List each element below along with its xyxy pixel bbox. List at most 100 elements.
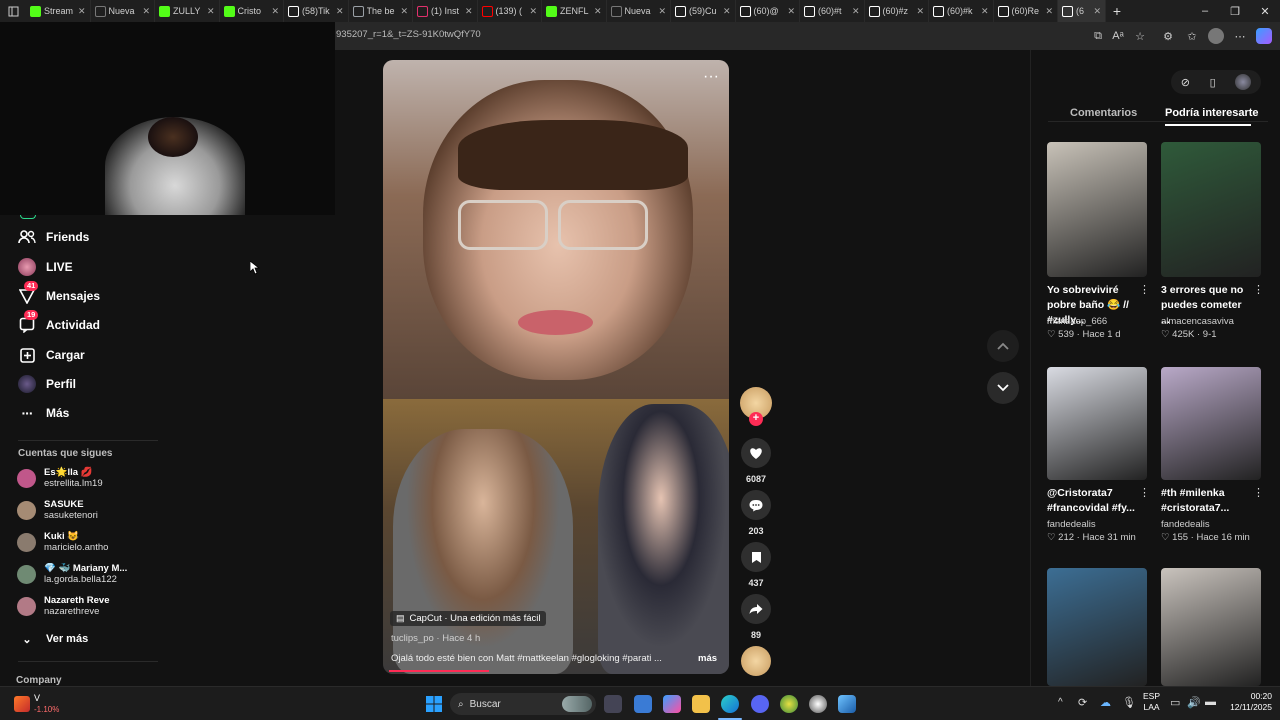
close-tab-icon[interactable]: ✕ [465,6,473,17]
following-account[interactable]: SASUKE sasuketenori [17,499,98,521]
browser-tab[interactable]: (60)#t ✕ [800,0,865,22]
card-options-icon[interactable]: ⋮ [1139,283,1150,296]
card-options-icon[interactable]: ⋮ [1139,486,1150,499]
extensions-icon[interactable]: ⚙ [1160,28,1176,44]
follow-plus-icon[interactable]: + [749,412,763,426]
video-player[interactable]: ··· ▤ CapCut · Una edición más fácil tuc… [383,60,729,674]
see-more-button[interactable]: ⌄ Ver más [18,627,88,651]
browser-tab[interactable]: (58)Tik ✕ [284,0,349,22]
close-tab-icon[interactable]: ✕ [981,6,989,17]
minimize-icon[interactable]: – [1190,0,1220,22]
close-tab-icon[interactable]: ✕ [529,6,537,17]
close-tab-icon[interactable]: ✕ [336,6,344,17]
open-in-app-icon[interactable]: ⧉ [1090,28,1106,44]
browser-tab[interactable]: (6 ✕ [1058,0,1106,22]
photos-icon[interactable] [838,695,856,713]
comment-button[interactable] [741,490,771,520]
sidebar-item-activity[interactable]: 19 Actividad [18,310,100,337]
recommended-video-thumbnail[interactable] [1047,568,1147,686]
close-tab-icon[interactable]: ✕ [1093,6,1101,17]
maximize-icon[interactable]: ❐ [1220,0,1250,22]
browser-tab[interactable]: Cristo ✕ [220,0,284,22]
volume-icon[interactable]: 🔊 [1187,696,1201,709]
task-view-icon[interactable] [604,695,622,713]
browser-tab[interactable]: (139) (✕ [478,0,542,22]
browser-tab[interactable]: (59)Cu ✕ [671,0,736,22]
close-tab-icon[interactable]: ✕ [78,6,86,17]
close-tab-icon[interactable]: ✕ [400,6,408,17]
sidebar-item-upload[interactable]: Cargar [18,343,85,367]
read-aloud-icon[interactable]: Aᵃ [1110,28,1126,44]
next-video-button[interactable] [987,372,1019,404]
sidebar-item-more[interactable]: ··· Más [18,401,70,425]
tab-recommended[interactable]: Podría interesarte [1165,107,1259,119]
file-explorer-icon[interactable] [692,695,710,713]
language-indicator[interactable]: ESP LAA [1143,691,1160,713]
browser-tab[interactable]: Stream ✕ [26,0,91,22]
video-author-line[interactable]: tuclips_po · Hace 4 h [391,633,480,644]
following-account[interactable]: Kuki 😺 maricielo.antho [17,531,108,553]
browser-tab[interactable]: (60)@ ✕ [736,0,800,22]
browser-tab[interactable]: The be ✕ [349,0,413,22]
new-tab-button[interactable]: + [1106,0,1128,22]
close-tab-icon[interactable]: ✕ [723,6,731,17]
user-avatar-icon[interactable] [1235,74,1252,90]
recommended-video-user[interactable]: fandedealis [1161,519,1210,530]
recommended-video-thumbnail[interactable] [1047,142,1147,277]
recommended-video-title[interactable]: #th #milenka #cristorata7... [1161,486,1249,516]
close-tab-icon[interactable]: ✕ [271,6,279,17]
close-tab-icon[interactable]: ✕ [787,6,795,17]
recommended-video-thumbnail[interactable] [1047,367,1147,480]
browser-tab[interactable]: Nueva ✕ [607,0,671,22]
close-window-icon[interactable]: ✕ [1250,0,1280,22]
card-options-icon[interactable]: ⋮ [1253,283,1264,296]
like-button[interactable] [741,438,771,468]
browser-tab[interactable]: Nueva ✕ [91,0,155,22]
microphone-icon[interactable]: 🎙 [1122,696,1136,709]
favorite-star-icon[interactable]: ☆ [1132,28,1148,44]
sidebar-item-live[interactable]: LIVE [18,255,73,279]
sidebar-item-friends[interactable]: Friends [18,225,89,249]
sidebar-item-profile[interactable]: Perfil [18,372,76,396]
recommended-video-user[interactable]: marizaep_666 [1047,316,1107,327]
recommended-video-thumbnail[interactable] [1161,568,1261,686]
browser-tab[interactable]: ZENFL ✕ [542,0,607,22]
browser-tab[interactable]: (60)#z ✕ [865,0,929,22]
obs-icon[interactable] [809,695,827,713]
video-options-icon[interactable]: ··· [703,68,719,86]
recommended-video-thumbnail[interactable] [1161,142,1261,277]
share-button[interactable] [741,594,771,624]
caption-more-link[interactable]: más [698,653,717,664]
save-button[interactable] [741,542,771,572]
sidebar-item-messages[interactable]: 41 Mensajes [18,281,100,308]
windows-start-icon[interactable] [426,696,442,712]
phone-icon[interactable]: ▯ [1210,76,1216,89]
store-icon[interactable] [634,695,652,713]
previous-video-button[interactable] [987,330,1019,362]
browser-tab[interactable]: (60)#k ✕ [929,0,994,22]
copilot-taskbar-icon[interactable] [663,695,681,713]
explore-icon[interactable] [20,215,36,219]
recommended-video-user[interactable]: fandedealis [1047,519,1096,530]
favorites-icon[interactable]: ✩ [1184,28,1200,44]
edge-icon[interactable] [721,695,739,713]
cloud-icon[interactable]: ☁ [1100,696,1111,709]
sound-disc-avatar[interactable] [741,646,771,676]
following-account[interactable]: 💎 🐳 Mariany M... la.gorda.bella122 [17,563,127,585]
copilot-icon[interactable] [1256,28,1272,44]
browser-tab[interactable]: (1) Inst ✕ [413,0,478,22]
monitor-icon[interactable]: ▭ [1170,696,1180,709]
sidebar-toggle-icon[interactable] [0,0,26,22]
tray-chevron-icon[interactable]: ^ [1058,697,1063,708]
recommended-video-thumbnail[interactable] [1161,367,1261,480]
url-input[interactable]: 935207_r=1&_t=ZS-91K0twQfY70 [336,29,481,40]
stock-widget-icon[interactable] [14,696,30,712]
recommended-video-title[interactable]: @Cristorata7 #francovidal #fy... [1047,486,1135,516]
tab-comments[interactable]: Comentarios [1070,107,1137,119]
close-tab-icon[interactable]: ✕ [207,6,215,17]
close-tab-icon[interactable]: ✕ [852,6,860,17]
close-tab-icon[interactable]: ✕ [1045,6,1053,17]
clock[interactable]: 00:20 12/11/2025 [1226,691,1272,713]
sync-icon[interactable]: ⟳ [1078,696,1087,709]
video-progress-fill[interactable] [389,670,489,672]
